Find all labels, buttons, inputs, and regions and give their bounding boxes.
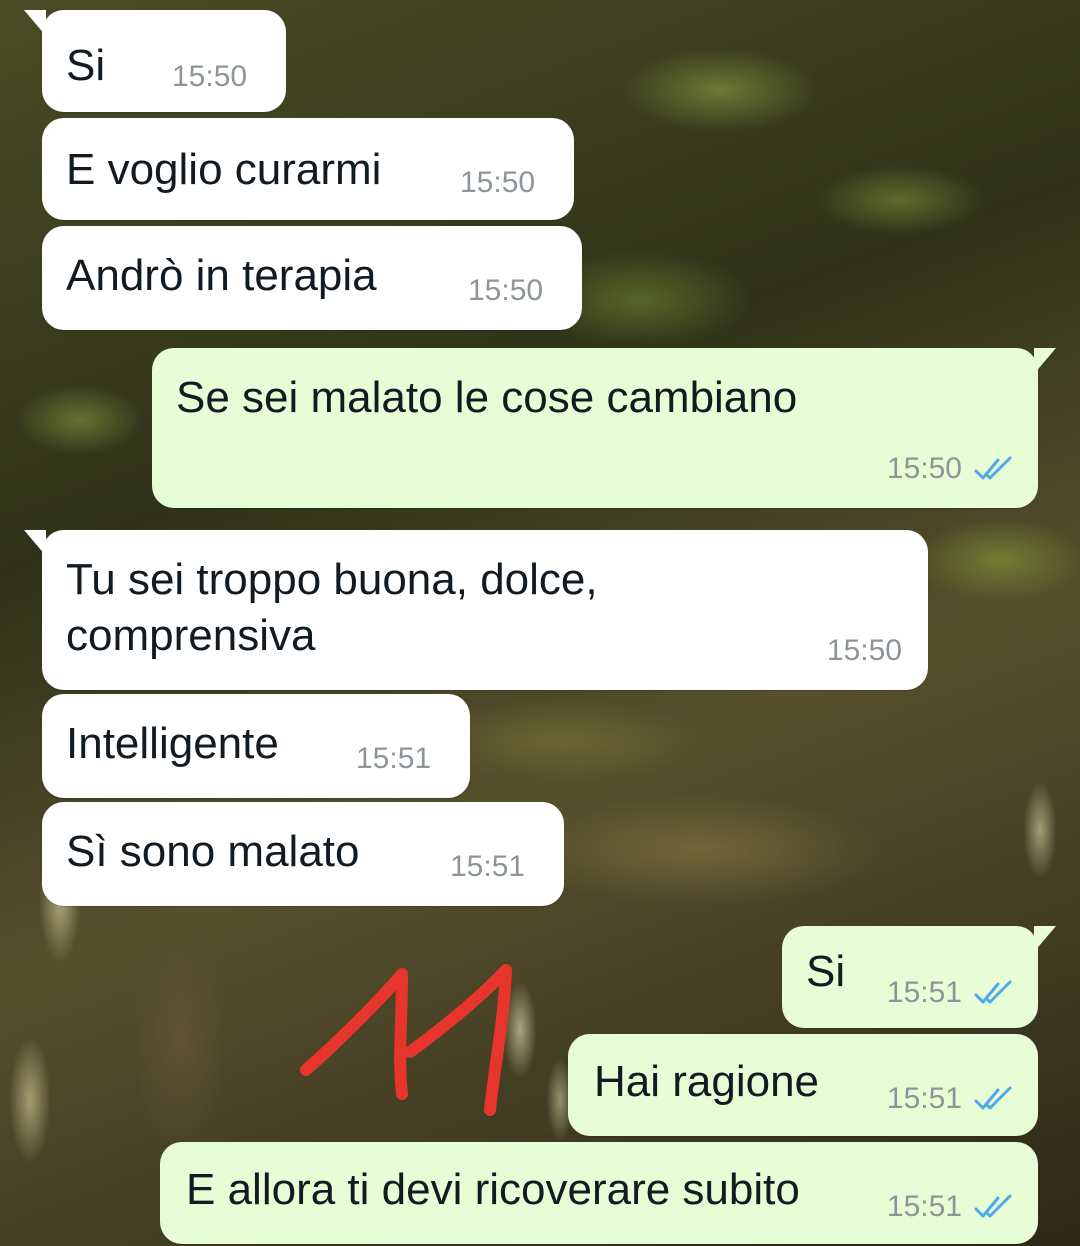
message-text: Hai ragione	[594, 1057, 820, 1106]
message-time: 15:50	[886, 452, 962, 485]
message-time: 15:51	[450, 850, 526, 883]
message-time: 15:50	[460, 166, 536, 199]
message-text: E voglio curarmi	[66, 145, 382, 194]
message-text: Intelligente	[66, 719, 279, 768]
message-bubble-outgoing[interactable]: E allora ti devi ricoverare subito 15:51	[160, 1142, 1038, 1244]
message-text: Se sei malato le cose cambiano	[176, 373, 798, 422]
message-text-line: comprensiva	[66, 611, 316, 660]
message-text-line: Tu sei troppo buona, dolce,	[66, 555, 598, 604]
double-check-icon	[974, 1194, 1012, 1218]
message-meta: 15:51	[887, 1082, 1016, 1116]
message-bubble-incoming[interactable]: Sì sono malato 15:51	[42, 802, 564, 906]
message-bubble-outgoing[interactable]: Hai ragione 15:51	[568, 1034, 1038, 1136]
message-bubble-incoming[interactable]: E voglio curarmi 15:50	[42, 118, 574, 220]
message-bubble-incoming[interactable]: Andrò in terapia 15:50	[42, 226, 582, 330]
message-time: 15:51	[886, 976, 962, 1009]
message-time: 15:50	[826, 634, 902, 667]
message-bubble-incoming[interactable]: Si 15:50	[24, 10, 286, 112]
message-time: 15:51	[356, 742, 432, 775]
bubble-tail	[24, 530, 46, 556]
message-time: 15:51	[886, 1190, 962, 1223]
bubble-tail	[1034, 926, 1056, 952]
message-text: Sì sono malato	[66, 827, 360, 876]
bubble-tail	[24, 10, 46, 36]
message-meta: 15:50	[887, 452, 1016, 486]
double-check-icon	[974, 980, 1012, 1004]
double-check-icon	[974, 1086, 1012, 1110]
message-bubble-outgoing[interactable]: Se sei malato le cose cambiano 15:50	[152, 348, 1056, 508]
message-text: Andrò in terapia	[66, 251, 377, 300]
double-check-icon	[974, 456, 1012, 480]
message-bubble-outgoing[interactable]: Si 15:51	[782, 926, 1056, 1028]
message-time: 15:50	[468, 274, 544, 307]
message-text: Si	[806, 947, 846, 996]
message-text: E allora ti devi ricoverare subito	[186, 1165, 800, 1214]
handwritten-annotation	[300, 964, 512, 1116]
message-meta: 15:51	[887, 976, 1016, 1010]
message-text: Si	[66, 41, 106, 90]
message-time: 15:50	[172, 60, 248, 93]
message-meta: 15:51	[887, 1190, 1016, 1224]
message-list: Si 15:50 E voglio curarmi 15:50 Andrò in…	[0, 0, 1080, 1246]
message-bubble-incoming[interactable]: Intelligente 15:51	[42, 694, 470, 798]
message-time: 15:51	[886, 1082, 962, 1115]
bubble-tail	[1034, 348, 1056, 374]
message-bubble-incoming[interactable]: Tu sei troppo buona, dolce, comprensiva …	[24, 530, 928, 690]
